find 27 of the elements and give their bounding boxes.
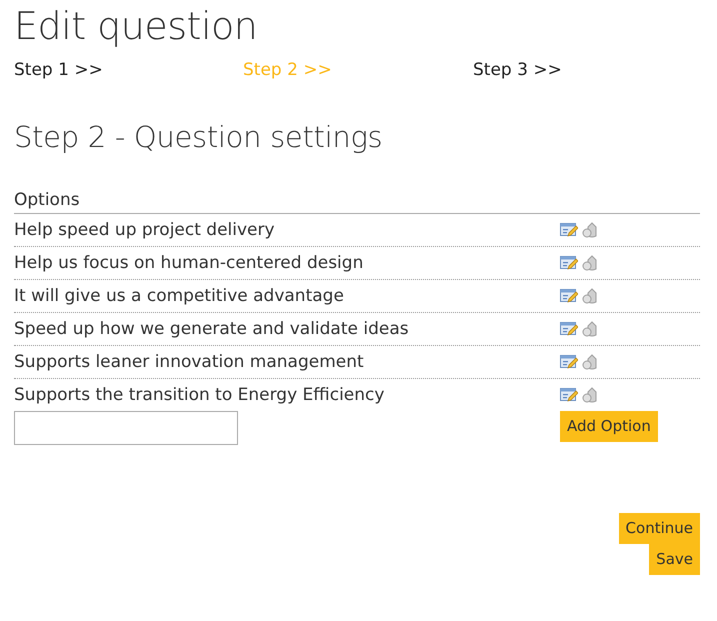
edit-icon[interactable] xyxy=(560,255,578,271)
option-text: Supports leaner innovation management xyxy=(14,352,365,372)
delete-icon[interactable] xyxy=(582,288,598,304)
option-text: Help us focus on human-centered design xyxy=(14,253,364,273)
delete-icon[interactable] xyxy=(582,387,598,403)
option-text: Speed up how we generate and validate ideas xyxy=(14,319,410,339)
edit-icon[interactable] xyxy=(560,387,578,403)
delete-icon[interactable] xyxy=(582,354,598,370)
option-text: Help speed up project delivery xyxy=(14,220,276,240)
edit-icon[interactable] xyxy=(560,321,578,337)
delete-icon[interactable] xyxy=(582,321,598,337)
section-title: Step 2 - Question settings xyxy=(14,120,384,154)
page-title: Edit question xyxy=(14,4,258,48)
option-input-field[interactable] xyxy=(14,411,238,445)
option-text: Supports the transition to Energy Efficiency xyxy=(14,385,386,405)
column-header: Options xyxy=(14,190,80,210)
step-link[interactable]: Step 1 >> xyxy=(14,60,103,80)
option-text: It will give us a competitive advantage xyxy=(14,286,345,306)
delete-icon[interactable] xyxy=(582,222,598,238)
delete-icon[interactable] xyxy=(582,255,598,271)
action-button[interactable]: Continue xyxy=(618,513,700,544)
add-option-button[interactable]: Add Option xyxy=(560,411,658,442)
edit-icon[interactable] xyxy=(560,288,578,304)
step-link[interactable]: Step 3 >> xyxy=(473,60,562,80)
action-button[interactable]: Save xyxy=(649,544,700,575)
edit-icon[interactable] xyxy=(560,222,578,238)
edit-icon[interactable] xyxy=(560,354,578,370)
